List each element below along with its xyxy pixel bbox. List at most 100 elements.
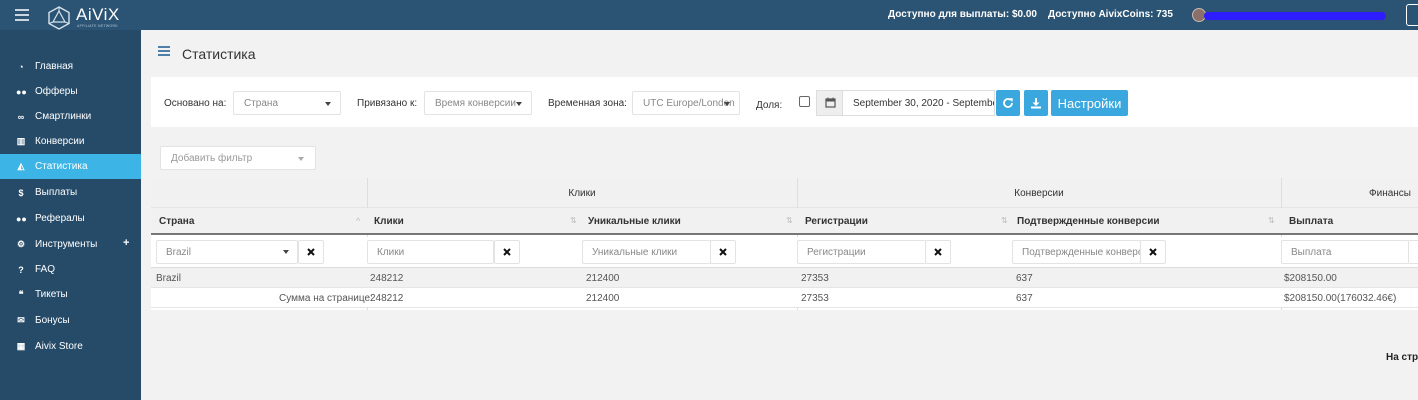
- users-icon: ●●: [16, 86, 27, 97]
- logo-icon: [48, 6, 70, 30]
- based-on-label: Основано на:: [164, 98, 227, 109]
- redacted-username: [1204, 12, 1386, 20]
- logo-text: AiViX: [76, 5, 120, 24]
- top-bar: AiViX AFFILIATE NETWORK Доступно для вып…: [0, 0, 1418, 30]
- clear-country-button[interactable]: [298, 240, 324, 264]
- date-range-value: September 30, 2020 - September 30, 2020: [853, 98, 994, 109]
- payout-filter-input[interactable]: Выплата: [1281, 240, 1409, 264]
- clear-payout-button[interactable]: [1408, 240, 1418, 264]
- chevron-down-icon: [724, 102, 730, 106]
- registrations-filter-placeholder: Регистрации: [807, 247, 866, 258]
- bound-to-label: Привязано к:: [357, 98, 418, 109]
- settings-button[interactable]: Настройки: [1051, 90, 1128, 116]
- date-range-input[interactable]: September 30, 2020 - September 30, 2020: [843, 90, 995, 116]
- sidebar-item-smartlinks[interactable]: ∞ Смартлинки: [0, 104, 141, 129]
- column-header-unique-clicks[interactable]: Уникальные клики: [588, 216, 681, 227]
- cell-country: Brazil: [156, 273, 182, 284]
- cell-unique-clicks: 212400: [586, 273, 620, 284]
- link-icon: ∞: [17, 111, 25, 122]
- cell-registrations: 27353: [801, 273, 829, 284]
- sort-icon[interactable]: ⇅: [570, 216, 577, 225]
- logo-subtext: AFFILIATE NETWORK: [77, 24, 119, 28]
- table-group-header: Клики Конверсии Финансы: [151, 178, 1418, 208]
- dollar-icon: $: [18, 187, 24, 198]
- header-right-button[interactable]: [1406, 4, 1418, 26]
- question-circle-icon: ?: [18, 264, 24, 275]
- country-filter-select[interactable]: Brazil: [156, 240, 298, 264]
- column-header-confirmed-conversions[interactable]: Подтвержденные конверсии: [1017, 216, 1160, 227]
- group-finances: Финансы: [1369, 188, 1411, 199]
- sidebar-item-label: Рефералы: [35, 213, 85, 224]
- sidebar-item-payouts[interactable]: $ Выплаты: [0, 180, 141, 205]
- timezone-select[interactable]: UTC Europe/London: [632, 91, 740, 115]
- server-icon: [158, 46, 170, 57]
- sidebar-item-bonuses[interactable]: ✉ Бонусы: [0, 308, 141, 333]
- based-on-value: Страна: [244, 98, 279, 109]
- dashboard-icon: ◔: [18, 61, 24, 72]
- sidebar-item-label: Бонусы: [35, 315, 70, 326]
- close-icon: [503, 248, 511, 256]
- summary-registrations: 27353: [801, 293, 829, 304]
- sort-icon[interactable]: ⇅: [1268, 216, 1275, 225]
- sidebar-item-home[interactable]: ◔ Главная: [0, 54, 141, 79]
- sidebar-item-referrals[interactable]: ●● Рефералы: [0, 206, 141, 231]
- cell-clicks: 248212: [370, 273, 404, 284]
- sidebar: ◔ Главная ●● Офферы ∞ Смартлинки ▥ Конве…: [0, 30, 141, 400]
- summary-unique-clicks: 212400: [586, 293, 620, 304]
- add-filter-select[interactable]: Добавить фильтр: [160, 146, 316, 170]
- based-on-select[interactable]: Страна: [233, 91, 341, 115]
- column-header-payout[interactable]: Выплата: [1289, 216, 1333, 227]
- area-chart-icon: ◭: [17, 161, 25, 171]
- column-header-country[interactable]: Страна: [159, 216, 194, 227]
- summary-payout: $208150.00(176032.46€): [1284, 293, 1397, 304]
- close-icon: [1149, 248, 1157, 256]
- user-profile-menu[interactable]: [1190, 5, 1390, 25]
- group-clicks: Клики: [568, 188, 596, 199]
- sidebar-item-tickets[interactable]: ❝ Тикеты: [0, 282, 141, 307]
- clear-clicks-button[interactable]: [494, 240, 520, 264]
- sidebar-item-faq[interactable]: ? FAQ: [0, 257, 141, 282]
- chevron-down-icon: [298, 157, 304, 161]
- sidebar-item-statistics[interactable]: ◭ Статистика: [0, 154, 141, 179]
- sort-asc-icon[interactable]: ^: [356, 216, 360, 226]
- column-header-registrations[interactable]: Регистрации: [805, 216, 868, 227]
- sidebar-item-offers[interactable]: ●● Офферы: [0, 79, 141, 104]
- chevron-down-icon: [283, 250, 289, 254]
- menu-toggle-icon[interactable]: [15, 9, 29, 21]
- column-header-clicks[interactable]: Клики: [374, 216, 404, 227]
- clear-registrations-button[interactable]: [925, 240, 951, 264]
- clear-confirmed-conversions-button[interactable]: [1140, 240, 1166, 264]
- clicks-filter-input[interactable]: Клики: [367, 240, 494, 264]
- close-icon: [934, 248, 942, 256]
- sidebar-item-label: Инструменты: [35, 239, 98, 250]
- comments-icon: ❝: [18, 289, 24, 299]
- sidebar-item-label: Статистика: [35, 161, 88, 172]
- statistics-table: Клики Конверсии Финансы Страна ^ Клики ⇅…: [151, 178, 1418, 310]
- bound-to-select[interactable]: Время конверсии: [424, 91, 532, 115]
- cell-confirmed-conversions: 637: [1016, 273, 1033, 284]
- clear-unique-clicks-button[interactable]: [710, 240, 736, 264]
- registrations-filter-input[interactable]: Регистрации: [797, 240, 926, 264]
- sidebar-item-label: Aivix Store: [35, 341, 83, 352]
- sort-icon[interactable]: ⇅: [1001, 216, 1008, 225]
- confirmed-conversions-filter-input[interactable]: Подтвержденные конверсии: [1012, 240, 1141, 264]
- expand-plus-icon[interactable]: +: [123, 237, 129, 249]
- sidebar-item-label: Тикеты: [35, 289, 68, 300]
- table-header-row: Страна ^ Клики ⇅ Уникальные клики ⇅ Реги…: [151, 208, 1418, 235]
- sidebar-item-conversions[interactable]: ▥ Конверсии: [0, 129, 141, 154]
- sidebar-item-label: Выплаты: [35, 187, 78, 198]
- calendar-icon[interactable]: [816, 90, 843, 116]
- unique-clicks-filter-input[interactable]: Уникальные клики: [582, 240, 711, 264]
- sidebar-item-label: Главная: [35, 61, 74, 72]
- summary-clicks: 248212: [370, 293, 404, 304]
- sidebar-item-store[interactable]: ▦ Aivix Store: [0, 334, 141, 359]
- sidebar-item-label: Конверсии: [35, 136, 85, 147]
- sidebar-item-tools[interactable]: ⚙ Инструменты +: [0, 232, 141, 257]
- sort-icon[interactable]: ⇅: [786, 216, 793, 225]
- page-title: Статистика: [182, 46, 256, 62]
- share-checkbox[interactable]: [799, 96, 810, 107]
- download-button[interactable]: [1024, 90, 1048, 116]
- table-filter-row: Brazil Клики Уникальные клики Регистраци…: [151, 237, 1418, 268]
- country-filter-value: Brazil: [166, 247, 192, 258]
- refresh-button[interactable]: [996, 90, 1020, 116]
